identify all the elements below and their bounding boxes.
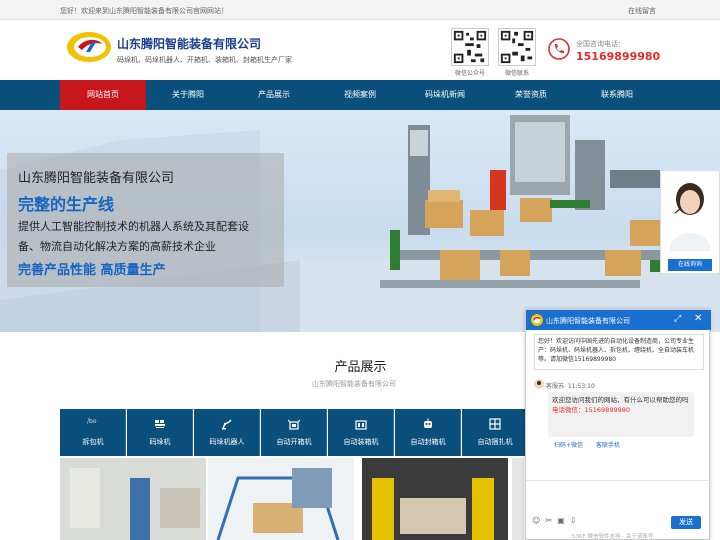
box-open-icon xyxy=(288,419,300,430)
product-image-2[interactable] xyxy=(208,458,354,540)
robot-arm-icon xyxy=(222,419,232,430)
download-icon[interactable]: ⇩ xyxy=(570,516,577,525)
chat-input-divider xyxy=(526,480,711,481)
category-palletizer[interactable]: 码垛机 xyxy=(127,409,193,456)
category-case-sealer[interactable]: 自动封箱机 xyxy=(395,409,461,456)
send-button[interactable]: 发送 xyxy=(671,516,701,529)
phone-number[interactable]: 15169899980 xyxy=(576,50,660,63)
broken-image-icon: /bo xyxy=(87,418,97,425)
main-nav: 网站首页 关于腾阳 产品展示 视频案例 码垛机新闻 荣誉资质 联系腾阳 xyxy=(0,80,720,110)
agent-info: 客服苏 11:53:10 xyxy=(546,383,595,390)
emoji-icon[interactable]: ☺ xyxy=(532,516,540,525)
banner-line2: 备、物流自动化解决方案的高薪技术企业 xyxy=(18,240,216,253)
scissors-icon[interactable]: ✂ xyxy=(545,516,552,525)
phone-icon xyxy=(548,38,570,60)
chat-intro: 您好！欢迎访问中国先进的自动化设备制造商，公司专业生产：码垛机、码垛机器人、拆包… xyxy=(534,334,704,370)
hero-banner[interactable]: 山东腾阳智能装备有限公司 完整的生产线 提供人工智能控制技术的机器人系统及其配套… xyxy=(0,110,720,332)
product-image-1[interactable] xyxy=(60,458,206,540)
category-case-packer[interactable]: 自动装箱机 xyxy=(328,409,394,456)
online-consult-button[interactable]: 在线询询 xyxy=(668,259,712,271)
top-bar: 您好！欢迎来到山东腾阳智能装备有限公司官网网站！ 在线留言 xyxy=(0,0,720,20)
products-subtitle: 山东腾阳智能装备有限公司 xyxy=(312,380,396,388)
folder-icon[interactable]: ▣ xyxy=(557,516,565,525)
qr1-label: 微信公众号 xyxy=(454,70,485,77)
chat-toolbar: ☺ ✂ ▣ ⇩ xyxy=(532,516,592,528)
palletizer-icon xyxy=(155,420,165,428)
message-link[interactable]: 在线留言 xyxy=(628,6,656,16)
quick-scan-wechat[interactable]: 扫码+微信 xyxy=(554,440,583,451)
chat-logo-icon xyxy=(531,314,543,326)
product-image-4[interactable] xyxy=(512,458,524,540)
qr2-label: 微信联系 xyxy=(504,70,529,77)
agent-avatar-icon xyxy=(534,379,544,389)
chat-message: 欢迎您访问我们的网站，有什么可以帮助您的吗 电话微信：15169899980 xyxy=(548,392,694,437)
product-photo-2 xyxy=(208,458,354,540)
wechat-contact-text: 电话微信：15169899980 xyxy=(552,406,630,414)
category-strapping-machine[interactable]: 自动捆扎机 xyxy=(462,409,528,456)
chat-window[interactable]: 山东腾阳智能装备有限公司 ⤢ ✕ 您好！欢迎访问中国先进的自动化设备制造商，公司… xyxy=(525,309,711,540)
header: 山东腾阳智能装备有限公司 码垛机、码垛机器人、开箱机、装箱机、封箱机生产厂家 微… xyxy=(0,20,720,80)
banner-line1: 提供人工智能控制技术的机器人系统及其配套设 xyxy=(18,220,249,233)
chat-header: 山东腾阳智能装备有限公司 ⤢ ✕ xyxy=(526,310,711,330)
nav-contact[interactable]: 联系腾阳 xyxy=(577,80,657,110)
nav-products[interactable]: 产品展示 xyxy=(234,80,314,110)
close-icon[interactable]: ✕ xyxy=(694,313,702,324)
category-unpacker[interactable]: /bo 拆包机 xyxy=(60,409,126,456)
chat-footer: 53KF 微信软件支持 · 关于该账号 xyxy=(572,534,654,540)
chat-title: 山东腾阳智能装备有限公司 xyxy=(546,317,630,325)
phone-label: 全国咨询电话： xyxy=(576,40,625,48)
maximize-icon[interactable]: ⤢ xyxy=(674,314,681,324)
company-name: 山东腾阳智能装备有限公司 xyxy=(117,37,262,51)
wechat-contact-qr-icon xyxy=(498,28,536,66)
company-logo[interactable] xyxy=(66,30,112,64)
quick-phone[interactable]: 客联手机 xyxy=(596,440,620,451)
nav-home[interactable]: 网站首页 xyxy=(60,80,146,110)
banner-company: 山东腾阳智能装备有限公司 xyxy=(18,171,175,186)
product-photo-3 xyxy=(362,458,508,540)
product-photo-1 xyxy=(60,458,206,540)
banner-headline: 完整的生产线 xyxy=(18,195,115,214)
nav-news[interactable]: 码垛机新闻 xyxy=(405,80,485,110)
strap-icon xyxy=(489,418,501,430)
service-agent-avatar xyxy=(661,171,719,251)
nav-about[interactable]: 关于腾阳 xyxy=(148,80,228,110)
company-slogan: 码垛机、码垛机器人、开箱机、装箱机、封箱机生产厂家 xyxy=(117,56,292,64)
box-pack-icon xyxy=(355,420,367,430)
welcome-text: 您好！欢迎来到山东腾阳智能装备有限公司官网网站！ xyxy=(60,7,228,15)
category-case-erector[interactable]: 自动开箱机 xyxy=(261,409,327,456)
wechat-official-qr-icon xyxy=(451,28,489,66)
nav-honors[interactable]: 荣誉资质 xyxy=(491,80,571,110)
banner-tagline: 完善产品性能 高质量生产 xyxy=(18,263,166,278)
robot-head-icon xyxy=(424,418,432,428)
product-image-3[interactable] xyxy=(362,458,508,540)
category-palletizing-robot[interactable]: 码垛机器人 xyxy=(194,409,260,456)
nav-videos[interactable]: 视频案例 xyxy=(320,80,400,110)
